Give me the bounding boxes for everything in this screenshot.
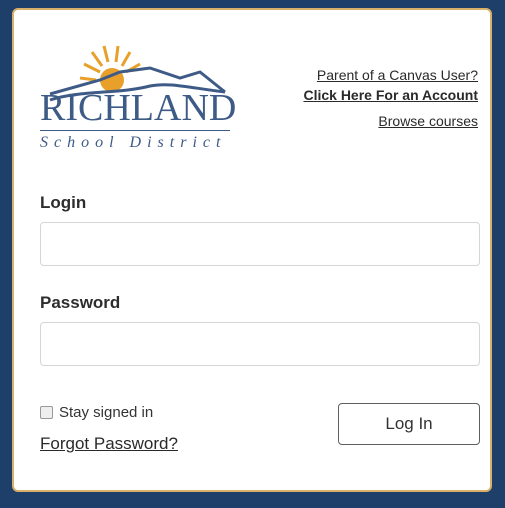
password-input[interactable]: [40, 322, 480, 366]
forgot-password-link[interactable]: Forgot Password?: [40, 434, 178, 454]
stay-signed-in-checkbox[interactable]: [40, 406, 53, 419]
parent-question-link[interactable]: Parent of a Canvas User?: [303, 65, 478, 85]
logo-rule: [40, 130, 230, 131]
richland-logo: RICHLAND School District: [40, 42, 240, 162]
stay-signed-in[interactable]: Stay signed in: [40, 404, 153, 421]
login-input[interactable]: [40, 222, 480, 266]
logo-wordmark: RICHLAND: [40, 87, 237, 129]
login-label: Login: [40, 193, 87, 212]
password-label: Password: [40, 293, 121, 312]
log-in-button[interactable]: Log In: [338, 403, 480, 445]
account-links: Parent of a Canvas User? Click Here For …: [303, 65, 478, 131]
stay-signed-in-label: Stay signed in: [59, 404, 154, 421]
browse-courses-link[interactable]: Browse courses: [303, 111, 478, 131]
login-card: RICHLAND School District Parent of a Can…: [12, 8, 492, 492]
logo-subtitle: School District: [40, 134, 227, 151]
create-account-link[interactable]: Click Here For an Account: [303, 85, 478, 105]
